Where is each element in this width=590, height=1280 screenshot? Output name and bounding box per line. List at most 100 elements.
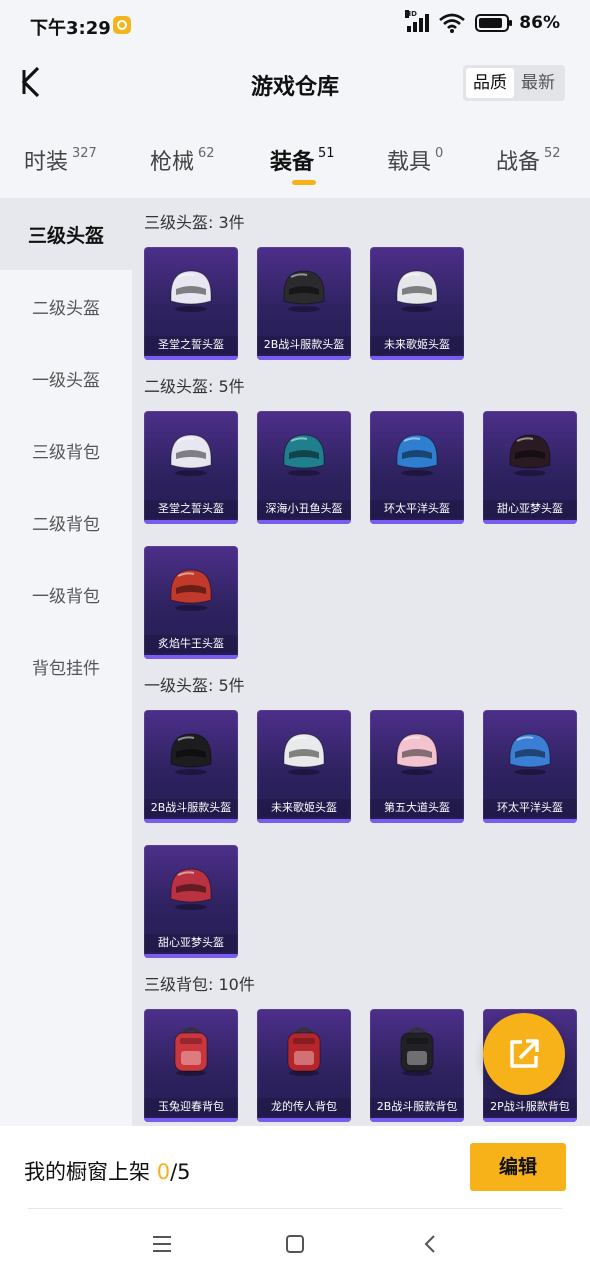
sidebar: 三级头盔 二级头盔 一级头盔 三级背包 二级背包 一级背包 背包挂件: [0, 198, 132, 1126]
section-title: 二级头盔: 5件: [144, 377, 245, 396]
back-arrow-icon: [21, 66, 40, 98]
item-list[interactable]: 三级头盔: 3件 圣堂之誓头盔 2B战斗服款头盔 未来歌姬头盔 二级头盔: 5件 圣堂之誓…: [132, 198, 590, 1126]
chevron-left-icon: [424, 1235, 435, 1253]
section-title: 三级背包: 10件: [144, 975, 255, 994]
item-name: 第五大道头盔: [370, 799, 464, 817]
sidebar-item-level3-helmet[interactable]: 三级头盔: [0, 198, 132, 270]
item-name: 圣堂之誓头盔: [144, 500, 238, 518]
tab-vehicles[interactable]: 载具 0: [387, 144, 443, 176]
helmet-icon: [166, 263, 216, 315]
home-button[interactable]: [281, 1230, 309, 1258]
item-card[interactable]: 龙的传人背包: [257, 1009, 351, 1122]
item-name: 2B战斗服款头盔: [144, 799, 238, 817]
battery-icon: [475, 14, 513, 32]
item-name: 环太平洋头盔: [483, 799, 577, 817]
home-square-icon: [286, 1235, 304, 1253]
menu-icon: [153, 1236, 171, 1252]
showcase-total-count: /5: [170, 1160, 191, 1184]
backpack-icon: [279, 1025, 329, 1077]
item-card[interactable]: 深海小丑鱼头盔: [257, 411, 351, 524]
showcase-label: 我的橱窗上架: [24, 1160, 150, 1184]
item-name: 2B战斗服款背包: [370, 1098, 464, 1116]
helmet-icon: [166, 861, 216, 913]
helmet-icon: [392, 263, 442, 315]
tab-label: 装备: [270, 150, 315, 175]
system-navigation-bar: [0, 1210, 590, 1280]
section-title: 三级头盔: 3件: [144, 213, 245, 232]
tab-count: 327: [72, 146, 97, 161]
item-name: 龙的传人背包: [257, 1098, 351, 1116]
item-card[interactable]: 2B战斗服款头盔: [257, 247, 351, 360]
cellular-signal-icon: HD: [405, 10, 430, 32]
sidebar-item-level1-backpack[interactable]: 一级背包: [0, 558, 132, 630]
item-name: 甜心亚梦头盔: [483, 500, 577, 518]
tab-count: 0: [435, 146, 444, 161]
tab-count: 62: [198, 146, 215, 161]
tab-equipment[interactable]: 装备 51: [270, 144, 335, 176]
item-name: 2P战斗服款背包: [483, 1098, 577, 1116]
helmet-icon: [166, 726, 216, 778]
edit-button[interactable]: 编辑: [470, 1143, 566, 1191]
back-button[interactable]: [12, 64, 48, 100]
item-name: 未来歌姬头盔: [370, 336, 464, 354]
item-name: 深海小丑鱼头盔: [257, 500, 351, 518]
active-tab-indicator: [292, 180, 316, 185]
item-card[interactable]: 玉兔迎春背包: [144, 1009, 238, 1122]
tab-combat-gear[interactable]: 战备 52: [496, 144, 561, 176]
item-name: 圣堂之誓头盔: [144, 336, 238, 354]
tab-count: 52: [544, 146, 561, 161]
nav-bar: 游戏仓库 品质 最新: [0, 52, 590, 114]
item-grid: 圣堂之誓头盔 深海小丑鱼头盔 环太平洋头盔 甜心亚梦头盔炙焰牛王头盔: [144, 411, 590, 659]
item-name: 玉兔迎春背包: [144, 1098, 238, 1116]
system-back-button[interactable]: [416, 1230, 444, 1258]
item-card[interactable]: 炙焰牛王头盔: [144, 546, 238, 659]
item-card[interactable]: 2B战斗服款背包: [370, 1009, 464, 1122]
item-card[interactable]: 未来歌姬头盔: [257, 710, 351, 823]
item-name: 环太平洋头盔: [370, 500, 464, 518]
item-card[interactable]: 环太平洋头盔: [483, 710, 577, 823]
category-tabs: 时装 327 枪械 62 装备 51 载具 0 战备 52: [0, 136, 590, 196]
showcase-bar: 我的橱窗上架 0/5 编辑: [0, 1126, 590, 1210]
status-indicators: HD 86%: [405, 10, 560, 33]
share-button[interactable]: [483, 1013, 565, 1095]
sidebar-item-level2-backpack[interactable]: 二级背包: [0, 486, 132, 558]
status-time: 下午3:29: [30, 18, 111, 39]
sidebar-item-level1-helmet[interactable]: 一级头盔: [0, 342, 132, 414]
status-bar: 下午3:29 HD 86%: [0, 0, 590, 52]
helmet-icon: [505, 726, 555, 778]
item-card[interactable]: 圣堂之誓头盔: [144, 247, 238, 360]
sidebar-item-backpack-charm[interactable]: 背包挂件: [0, 630, 132, 702]
helmet-icon: [505, 427, 555, 479]
wifi-icon: [439, 13, 466, 33]
section-title: 一级头盔: 5件: [144, 676, 245, 695]
item-card[interactable]: 第五大道头盔: [370, 710, 464, 823]
item-card[interactable]: 甜心亚梦头盔: [144, 845, 238, 958]
sidebar-item-level2-helmet[interactable]: 二级头盔: [0, 270, 132, 342]
sidebar-item-level3-backpack[interactable]: 三级背包: [0, 414, 132, 486]
item-card[interactable]: 环太平洋头盔: [370, 411, 464, 524]
helmet-icon: [279, 726, 329, 778]
sort-toggle: 品质 最新: [463, 65, 565, 101]
item-grid: 2B战斗服款头盔 未来歌姬头盔 第五大道头盔 环太平洋头盔甜心亚梦头盔: [144, 710, 590, 958]
notification-app-icon: [113, 16, 131, 34]
showcase-status: 我的橱窗上架 0/5: [24, 1156, 191, 1186]
helmet-icon: [279, 427, 329, 479]
backpack-icon: [166, 1025, 216, 1077]
sort-option-quality[interactable]: 品质: [466, 68, 514, 98]
item-card[interactable]: 甜心亚梦头盔: [483, 411, 577, 524]
tab-label: 时装: [24, 150, 69, 175]
item-card[interactable]: 未来歌姬头盔: [370, 247, 464, 360]
tab-fashion[interactable]: 时装 327: [24, 144, 97, 176]
item-card[interactable]: 2B战斗服款头盔: [144, 710, 238, 823]
tab-count: 51: [318, 146, 335, 161]
helmet-icon: [392, 427, 442, 479]
tab-label: 战备: [496, 150, 541, 175]
item-grid: 圣堂之誓头盔 2B战斗服款头盔 未来歌姬头盔: [144, 247, 590, 360]
tab-label: 枪械: [150, 150, 195, 175]
sort-option-newest[interactable]: 最新: [514, 68, 562, 98]
helmet-icon: [166, 427, 216, 479]
menu-button[interactable]: [148, 1230, 176, 1258]
tab-guns[interactable]: 枪械 62: [150, 144, 215, 176]
item-card[interactable]: 圣堂之誓头盔: [144, 411, 238, 524]
showcase-current-count: 0: [156, 1160, 171, 1184]
